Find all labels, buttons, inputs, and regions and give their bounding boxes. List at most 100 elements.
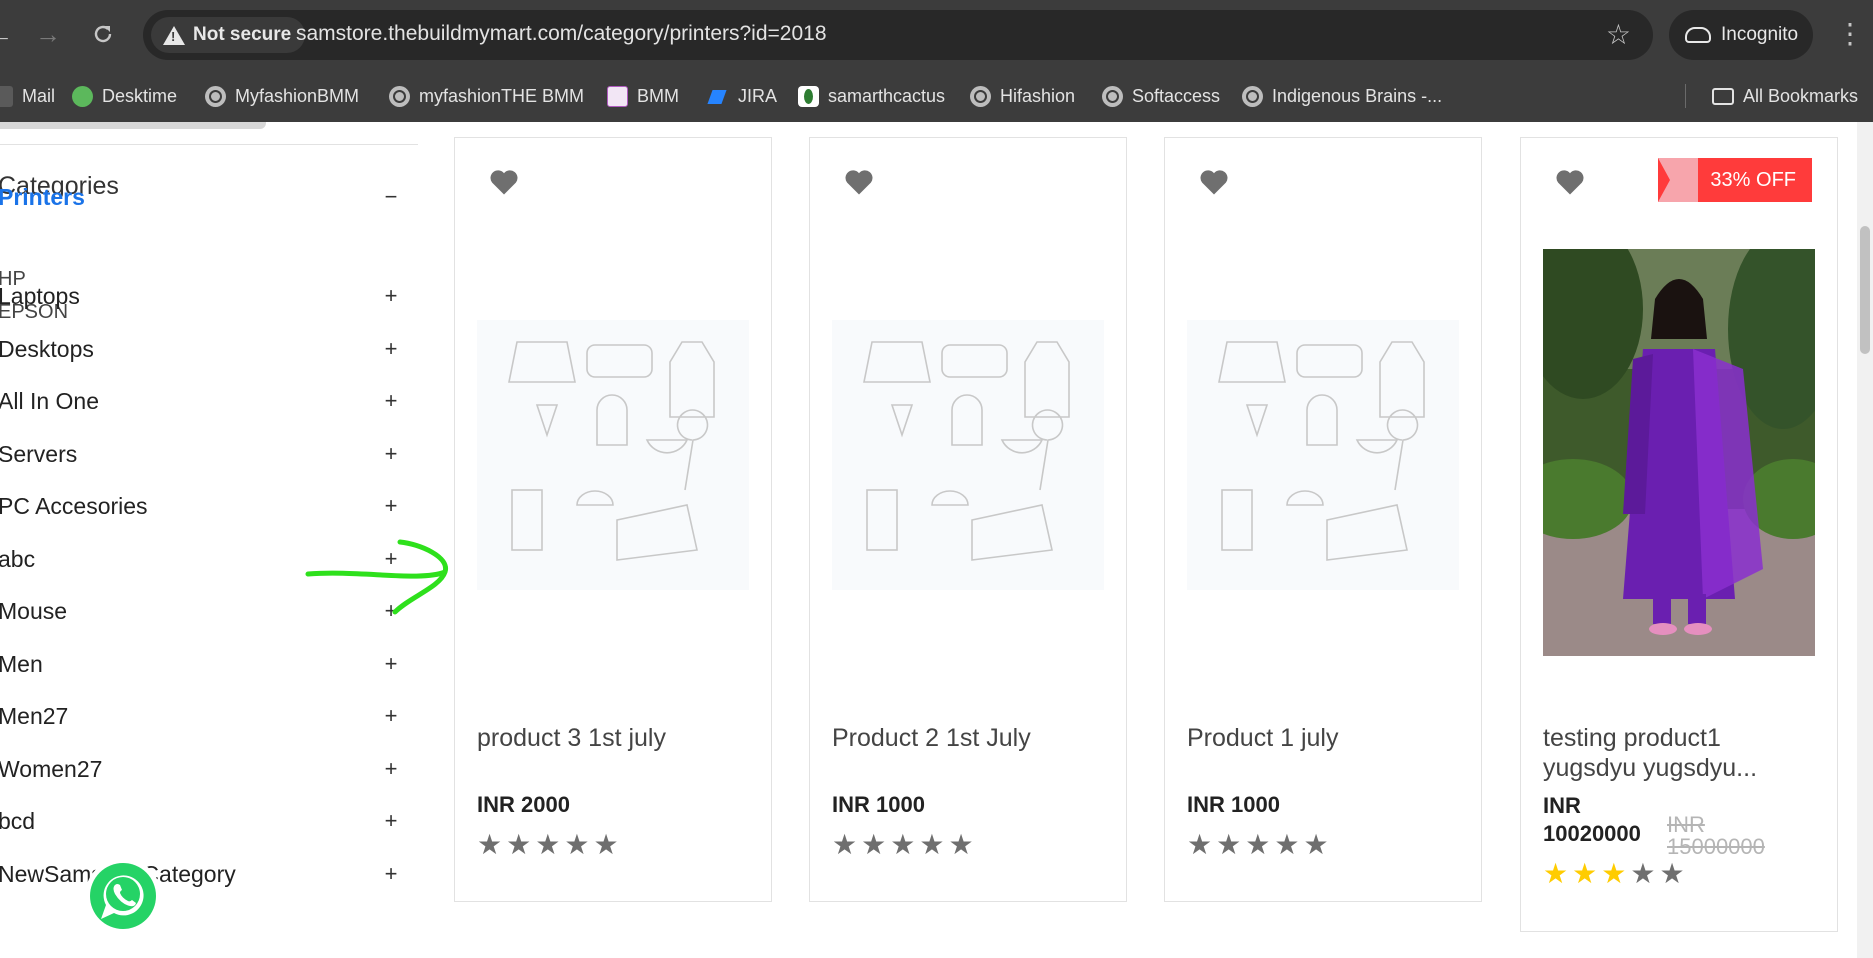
product-name[interactable]: Product 2 1st July	[832, 723, 1031, 753]
category-all-in-one[interactable]: All In One +	[0, 381, 403, 421]
bookmark-hifashion[interactable]: Hifashion	[970, 70, 1075, 122]
expand-icon[interactable]: +	[379, 441, 403, 467]
rating-stars: ★ ★ ★ ★ ★	[1543, 860, 1685, 888]
warning-icon	[163, 25, 185, 45]
wishlist-heart-icon[interactable]	[489, 168, 519, 196]
expand-icon[interactable]: +	[379, 336, 403, 362]
category-label[interactable]: Women27	[0, 756, 102, 783]
bookmark-desktime[interactable]: Desktime	[72, 70, 177, 122]
category-label[interactable]: PC Accesories	[0, 493, 148, 520]
category-label[interactable]: Printers	[0, 184, 85, 211]
expand-icon[interactable]: +	[379, 388, 403, 414]
bookmark-star-icon[interactable]: ☆	[1606, 18, 1631, 51]
wishlist-heart-icon[interactable]	[844, 168, 874, 196]
bookmark-myfashionthebmm[interactable]: myfashionTHE BMM	[389, 70, 584, 122]
incognito-icon	[1685, 27, 1711, 43]
product-name[interactable]: product 3 1st july	[477, 723, 666, 753]
category-label[interactable]: All In One	[0, 388, 99, 415]
category-laptops[interactable]: Laptops +	[0, 276, 403, 316]
bookmark-bmm[interactable]: BMM	[607, 70, 679, 122]
rating-stars: ★ ★ ★ ★ ★	[832, 831, 974, 859]
product-card[interactable]: Product 1 july INR 1000 ★ ★ ★ ★ ★	[1164, 137, 1482, 902]
category-printers[interactable]: Printers −	[0, 177, 403, 217]
star-icon: ★	[919, 829, 945, 860]
bookmark-indigenous-brains[interactable]: Indigenous Brains -...	[1242, 70, 1442, 122]
category-men27[interactable]: Men27 +	[0, 696, 403, 736]
star-icon: ★	[1216, 829, 1242, 860]
star-icon: ★	[1630, 858, 1656, 889]
all-bookmarks-button[interactable]: All Bookmarks	[1712, 70, 1858, 122]
star-icon: ★	[861, 829, 887, 860]
page-scrollbar[interactable]	[1857, 122, 1873, 958]
jira-icon	[708, 86, 729, 107]
page-content: Categories Printers − HP EPSON Laptops +…	[0, 122, 1873, 958]
star-icon: ★	[506, 829, 532, 860]
whatsapp-icon[interactable]	[84, 857, 162, 935]
bookmark-jira[interactable]: JIRA	[708, 70, 777, 122]
bookmark-label: samarthcactus	[828, 85, 946, 106]
price-amount: 10020000	[1543, 821, 1641, 846]
scrollbar-thumb[interactable]	[1860, 226, 1870, 354]
cactus-icon	[798, 85, 819, 107]
expand-icon[interactable]: +	[379, 756, 403, 782]
category-servers[interactable]: Servers +	[0, 434, 403, 474]
bookmark-mail[interactable]: Mail	[0, 70, 55, 122]
category-women27[interactable]: Women27 +	[0, 749, 403, 789]
product-placeholder-image[interactable]	[1187, 320, 1459, 590]
product-name-line1: testing product1	[1543, 724, 1721, 752]
category-men[interactable]: Men +	[0, 644, 403, 684]
incognito-button[interactable]: Incognito	[1669, 10, 1813, 60]
expand-icon[interactable]: +	[379, 283, 403, 309]
security-label: Not secure	[193, 24, 292, 45]
star-icon: ★	[535, 829, 561, 860]
product-placeholder-image[interactable]	[477, 320, 749, 590]
address-bar[interactable]: Not secure samstore.thebuildmymart.com/c…	[143, 10, 1653, 60]
globe-icon	[970, 85, 991, 107]
category-desktops[interactable]: Desktops +	[0, 329, 403, 369]
expand-icon[interactable]: +	[379, 651, 403, 677]
bookmark-label: Softaccess	[1132, 85, 1221, 106]
category-newsamstorecategory[interactable]: NewSamstoreCategory +	[0, 854, 403, 894]
product-price: INR 1000	[832, 792, 925, 817]
wishlist-heart-icon[interactable]	[1555, 168, 1585, 196]
category-label[interactable]: Servers	[0, 441, 77, 468]
category-label[interactable]: Men	[0, 651, 43, 678]
wishlist-heart-icon[interactable]	[1199, 168, 1229, 196]
product-card[interactable]: 33% OFF testing product1 yugsdyu yugsdyu…	[1520, 137, 1838, 932]
category-label[interactable]: Laptops	[0, 283, 80, 310]
bookmarks-bar: Mail Desktime MyfashionBMM myfashionTHE …	[0, 70, 1873, 122]
bookmark-softaccess[interactable]: Softaccess	[1102, 70, 1220, 122]
menu-kebab-icon[interactable]: ⋮	[1836, 16, 1864, 52]
category-label[interactable]: Desktops	[0, 336, 94, 363]
forward-icon[interactable]: →	[28, 14, 68, 54]
globe-icon	[205, 85, 226, 107]
bookmark-label: Hifashion	[1000, 85, 1076, 106]
product-placeholder-image[interactable]	[832, 320, 1104, 590]
collapse-icon[interactable]: −	[379, 184, 403, 210]
price-currency: INR	[1543, 793, 1581, 818]
bookmark-samarthcactus[interactable]: samarthcactus	[798, 70, 945, 122]
reload-icon[interactable]	[83, 14, 123, 54]
back-icon[interactable]: ←	[0, 14, 20, 54]
category-label[interactable]: abc	[0, 546, 35, 573]
category-bcd[interactable]: bcd +	[0, 801, 403, 841]
expand-icon[interactable]: +	[379, 703, 403, 729]
product-name-line2: yugsdyu yugsdyu...	[1543, 754, 1758, 782]
product-photo[interactable]	[1543, 249, 1815, 656]
product-name[interactable]: Product 1 july	[1187, 723, 1338, 753]
star-icon: ★	[1303, 829, 1329, 860]
bookmark-myfashionbmm[interactable]: MyfashionBMM	[205, 70, 359, 122]
url-text[interactable]: samstore.thebuildmymart.com/category/pri…	[296, 22, 827, 46]
bookmark-label: JIRA	[738, 85, 778, 106]
expand-icon[interactable]: +	[379, 861, 403, 887]
category-label[interactable]: Men27	[0, 703, 68, 730]
product-card[interactable]: Product 2 1st July INR 1000 ★ ★ ★ ★ ★	[809, 137, 1127, 902]
product-name[interactable]: testing product1 yugsdyu yugsdyu...	[1543, 723, 1757, 783]
star-icon: ★	[1601, 858, 1627, 889]
category-label[interactable]: bcd	[0, 808, 35, 835]
security-chip[interactable]: Not secure	[151, 17, 306, 53]
category-label[interactable]: Mouse	[0, 598, 67, 625]
product-card[interactable]: product 3 1st july INR 2000 ★ ★ ★ ★ ★	[454, 137, 772, 902]
star-icon: ★	[477, 829, 503, 860]
expand-icon[interactable]: +	[379, 808, 403, 834]
